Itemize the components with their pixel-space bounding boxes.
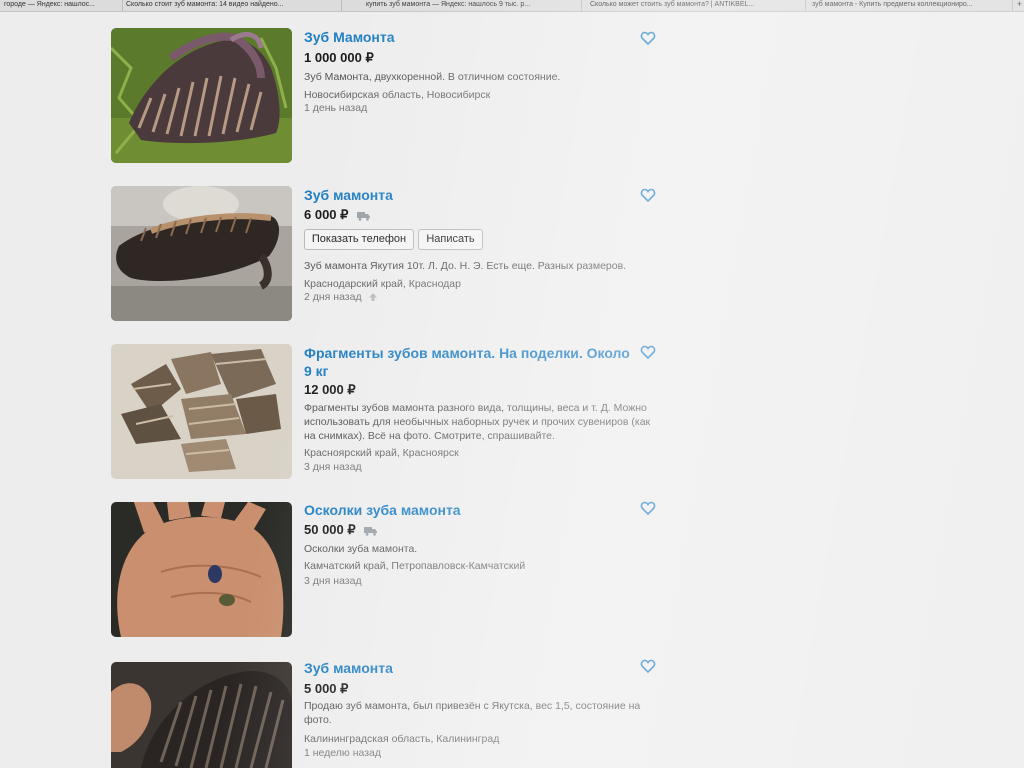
heart-icon[interactable]	[640, 658, 656, 674]
listing-date: 1 неделю назад	[304, 747, 382, 759]
listing-price: 5 000 ₽	[304, 681, 348, 697]
price-value: 5 000 ₽	[304, 681, 349, 696]
listing-photo[interactable]	[111, 662, 292, 768]
listing-description: Продаю зуб мамонта, был привезён с Якутс…	[304, 700, 641, 726]
mammoth-tooth-photo	[111, 662, 292, 768]
listing-title-link[interactable]: Зуб мамонта	[304, 659, 634, 677]
list-item: Зуб мамонта 5 000 ₽ Продаю зуб мамонта, …	[0, 0, 680, 768]
listing-results: Зуб Мамонта 1 000 000 ₽ Зуб Мамонта, дву…	[0, 0, 1024, 768]
listing-location: Калининградская область, Калининград	[304, 733, 500, 745]
